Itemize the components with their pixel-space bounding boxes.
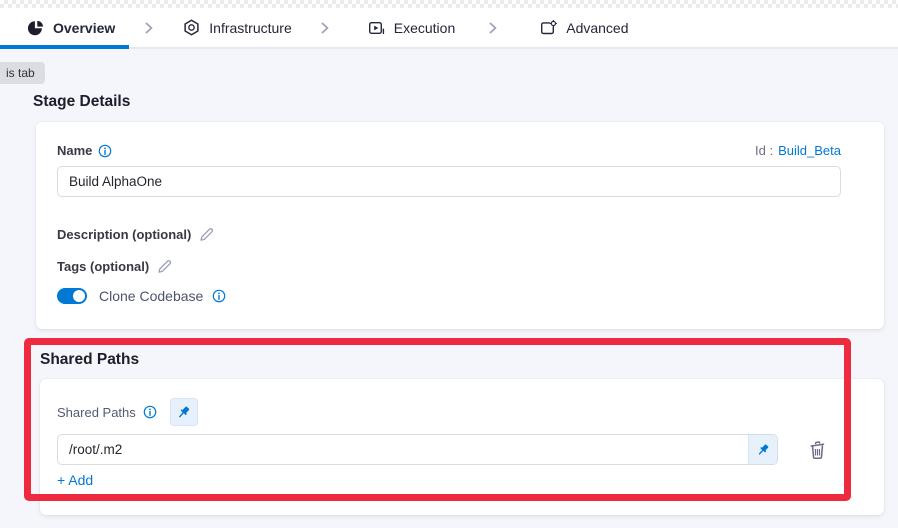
shared-paths-card: Shared Paths (40, 379, 884, 515)
tab-infrastructure-label: Infrastructure (209, 20, 291, 36)
add-path-button[interactable]: + Add (57, 472, 93, 488)
description-row: Description (optional) (57, 227, 214, 242)
tab-overview[interactable]: Overview (0, 8, 129, 47)
tab-overview-label: Overview (53, 20, 115, 36)
tab-advanced-label: Advanced (566, 20, 628, 36)
shared-path-input[interactable] (58, 435, 747, 464)
chevron-right-icon (487, 21, 499, 35)
name-label: Name (57, 143, 92, 158)
tab-advanced[interactable]: Advanced (540, 8, 628, 47)
shared-path-input-row (57, 434, 827, 465)
info-icon[interactable] (98, 144, 112, 158)
gear-box-icon (540, 20, 557, 36)
stage-tab-bar: Overview Infrastructure (0, 8, 898, 49)
stage-details-heading: Stage Details (33, 93, 130, 111)
overview-tab-content: is tab Stage Details Name Id : (0, 49, 898, 528)
tab-execution[interactable]: Execution (368, 8, 455, 47)
name-field-row: Name Id : Build_Beta (57, 143, 841, 158)
edit-pencil-icon[interactable] (199, 227, 214, 242)
tab-infrastructure[interactable]: Infrastructure (183, 8, 291, 47)
toggle-knob (73, 290, 85, 302)
shared-path-field (57, 434, 778, 465)
tags-row: Tags (optional) (57, 259, 172, 274)
tab-execution-label: Execution (394, 20, 455, 36)
clone-codebase-toggle[interactable] (57, 288, 87, 304)
tags-label: Tags (optional) (57, 259, 149, 274)
chevron-right-icon (143, 21, 155, 35)
clone-codebase-label: Clone Codebase (99, 288, 203, 304)
pin-input-type-button[interactable] (748, 435, 777, 464)
play-box-icon (368, 20, 385, 36)
tooltip-text: is tab (6, 66, 35, 80)
transparency-strip (0, 0, 898, 8)
stage-name-input[interactable] (57, 166, 841, 197)
pie-chart-icon (28, 20, 44, 36)
clone-codebase-row: Clone Codebase (57, 288, 226, 304)
shared-paths-heading: Shared Paths (40, 351, 139, 369)
edit-pencil-icon[interactable] (157, 259, 172, 274)
stage-details-card: Name Id : Build_Beta Descript (36, 122, 884, 329)
delete-path-trash-icon[interactable] (808, 440, 827, 460)
chevron-right-icon (319, 21, 331, 35)
hexagon-icon (183, 19, 200, 36)
shared-paths-label: Shared Paths (57, 405, 136, 420)
stage-id: Id : Build_Beta (755, 143, 841, 158)
truncated-tooltip: is tab (0, 62, 45, 84)
shared-paths-label-row: Shared Paths (57, 398, 198, 426)
id-label: Id : (755, 143, 773, 158)
info-icon[interactable] (143, 405, 157, 419)
stage-config-screen: Overview Infrastructure (0, 0, 898, 528)
pin-input-type-button[interactable] (170, 398, 198, 426)
description-label: Description (optional) (57, 227, 191, 242)
id-value-link[interactable]: Build_Beta (778, 143, 841, 158)
info-icon[interactable] (212, 289, 226, 303)
